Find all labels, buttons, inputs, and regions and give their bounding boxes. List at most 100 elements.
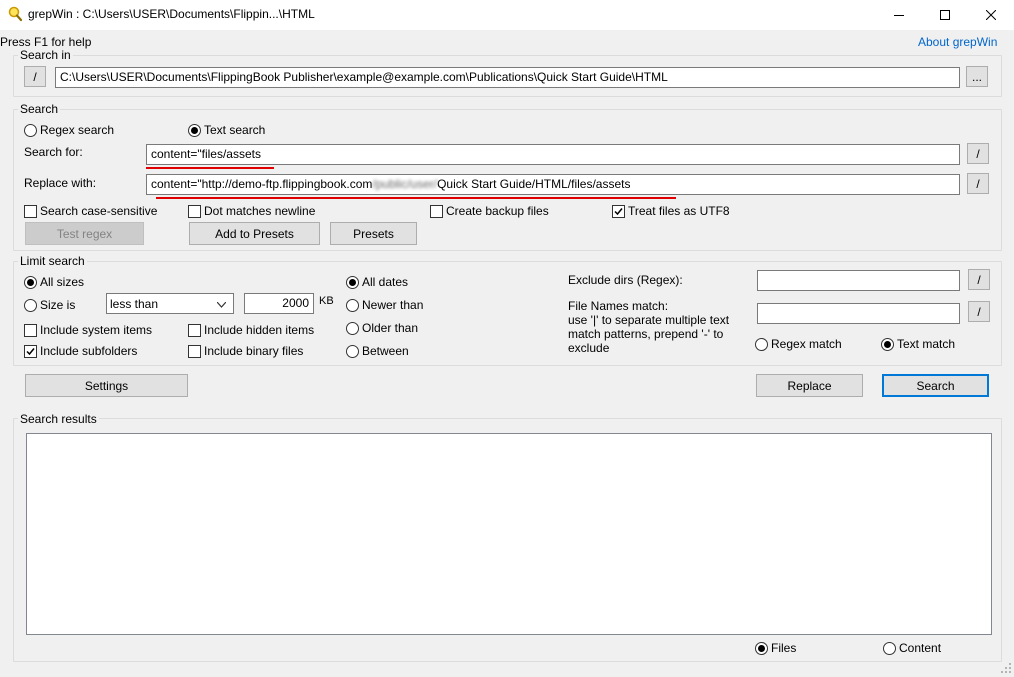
search-group-label: Search xyxy=(18,102,61,116)
radio-indicator xyxy=(24,275,37,289)
backup-files-label: Create backup files xyxy=(446,204,549,218)
content-label: Content xyxy=(899,641,942,655)
size-is-radio[interactable]: Size is xyxy=(24,298,75,312)
size-operator-select[interactable]: less than xyxy=(106,293,234,314)
all-dates-label: All dates xyxy=(362,275,409,289)
test-regex-button[interactable]: Test regex xyxy=(25,222,144,245)
window-title: grepWin : C:\Users\USER\Documents\Flippi… xyxy=(28,7,315,21)
checkbox-box xyxy=(188,344,201,358)
hidden-items-checkbox[interactable]: Include hidden items xyxy=(188,323,314,337)
case-sensitive-label: Search case-sensitive xyxy=(40,204,158,218)
utf8-label: Treat files as UTF8 xyxy=(628,204,730,218)
regex-match-label: Regex match xyxy=(771,337,842,351)
text-match-label: Text match xyxy=(897,337,956,351)
checkbox-box xyxy=(188,323,201,337)
case-sensitive-checkbox[interactable]: Search case-sensitive xyxy=(24,204,157,218)
utf8-checkbox[interactable]: Treat files as UTF8 xyxy=(612,204,730,218)
all-dates-radio[interactable]: All dates xyxy=(346,275,408,289)
magnifier-icon xyxy=(7,6,23,22)
regex-search-radio[interactable]: Regex search xyxy=(24,123,114,137)
system-items-checkbox[interactable]: Include system items xyxy=(24,323,152,337)
maximize-button[interactable] xyxy=(922,0,968,30)
minimize-icon xyxy=(894,15,904,16)
settings-button[interactable]: Settings xyxy=(25,374,188,397)
replace-with-input[interactable]: content="http://demo-ftp.flippingbook.co… xyxy=(146,174,960,195)
older-than-radio[interactable]: Older than xyxy=(346,321,418,335)
files-radio[interactable]: Files xyxy=(755,641,796,655)
size-unit-label: KB xyxy=(319,295,334,307)
radio-indicator xyxy=(24,298,37,312)
browse-button[interactable]: ... xyxy=(966,66,988,87)
about-link[interactable]: About grepWin xyxy=(918,35,997,49)
hidden-items-label: Include hidden items xyxy=(204,323,315,337)
close-button[interactable] xyxy=(968,0,1014,30)
checkbox-box xyxy=(430,204,443,218)
file-names-match-input[interactable] xyxy=(757,303,960,324)
replace-value-prefix: content="http://demo-ftp.flippingbook.co… xyxy=(151,177,373,191)
radio-indicator xyxy=(881,337,894,351)
search-in-label: Search in xyxy=(18,48,73,62)
help-text: Press F1 for help xyxy=(0,35,92,49)
checkbox-box xyxy=(24,323,37,337)
radio-indicator xyxy=(24,123,37,137)
limit-search-label: Limit search xyxy=(18,254,87,268)
results-list[interactable] xyxy=(26,433,992,635)
binary-files-label: Include binary files xyxy=(204,344,304,358)
checkbox-box xyxy=(188,204,201,218)
path-slash-button[interactable]: / xyxy=(24,66,46,87)
system-items-label: Include system items xyxy=(40,323,153,337)
content-radio[interactable]: Content xyxy=(883,641,941,655)
newer-than-label: Newer than xyxy=(362,298,424,312)
text-search-label: Text search xyxy=(204,123,266,137)
size-operator-value: less than xyxy=(110,296,159,311)
text-match-radio[interactable]: Text match xyxy=(881,337,955,351)
files-label: Files xyxy=(771,641,797,655)
newer-than-radio[interactable]: Newer than xyxy=(346,298,423,312)
radio-indicator xyxy=(346,344,359,358)
between-radio[interactable]: Between xyxy=(346,344,409,358)
search-path-input[interactable]: C:\Users\USER\Documents\FlippingBook Pub… xyxy=(55,67,960,88)
exclude-dirs-slash-button[interactable]: / xyxy=(968,269,990,290)
replace-button[interactable]: Replace xyxy=(756,374,863,397)
replace-value-suffix: Quick Start Guide/HTML/files/assets xyxy=(437,177,631,191)
checkbox-box xyxy=(24,204,37,218)
maximize-icon xyxy=(940,10,950,20)
replace-slash-button[interactable]: / xyxy=(967,173,989,194)
dot-newline-checkbox[interactable]: Dot matches newline xyxy=(188,204,315,218)
radio-indicator xyxy=(883,641,896,655)
chevron-down-icon xyxy=(217,302,226,308)
exclude-dirs-label: Exclude dirs (Regex): xyxy=(568,273,683,287)
subfolders-label: Include subfolders xyxy=(40,344,138,358)
checkmark-icon xyxy=(612,204,625,218)
radio-indicator xyxy=(755,641,768,655)
subfolders-checkbox[interactable]: Include subfolders xyxy=(24,344,137,358)
search-button[interactable]: Search xyxy=(882,374,989,397)
search-for-input[interactable]: content="files/assets xyxy=(146,144,960,165)
annotation-underline xyxy=(146,167,274,169)
search-results-label: Search results xyxy=(18,412,99,426)
text-search-radio[interactable]: Text search xyxy=(188,123,265,137)
regex-match-radio[interactable]: Regex match xyxy=(755,337,842,351)
exclude-dirs-input[interactable] xyxy=(757,270,960,291)
size-is-label: Size is xyxy=(40,298,76,312)
all-sizes-label: All sizes xyxy=(40,275,85,289)
add-to-presets-button[interactable]: Add to Presets xyxy=(189,222,320,245)
between-label: Between xyxy=(362,344,409,358)
file-names-slash-button[interactable]: / xyxy=(968,301,990,322)
close-icon xyxy=(986,10,996,20)
presets-button[interactable]: Presets xyxy=(330,222,417,245)
all-sizes-radio[interactable]: All sizes xyxy=(24,275,84,289)
radio-indicator xyxy=(346,321,359,335)
minimize-button[interactable] xyxy=(876,0,922,30)
resize-grip-icon[interactable] xyxy=(1000,662,1012,674)
backup-files-checkbox[interactable]: Create backup files xyxy=(430,204,549,218)
search-for-slash-button[interactable]: / xyxy=(967,143,989,164)
radio-indicator xyxy=(346,298,359,312)
search-for-label: Search for: xyxy=(24,145,83,159)
annotation-underline xyxy=(156,197,676,199)
replace-with-label: Replace with: xyxy=(24,176,97,190)
radio-indicator xyxy=(188,123,201,137)
binary-files-checkbox[interactable]: Include binary files xyxy=(188,344,303,358)
file-names-match-label: File Names match: xyxy=(568,299,669,313)
size-value-input[interactable]: 2000 xyxy=(244,293,314,314)
